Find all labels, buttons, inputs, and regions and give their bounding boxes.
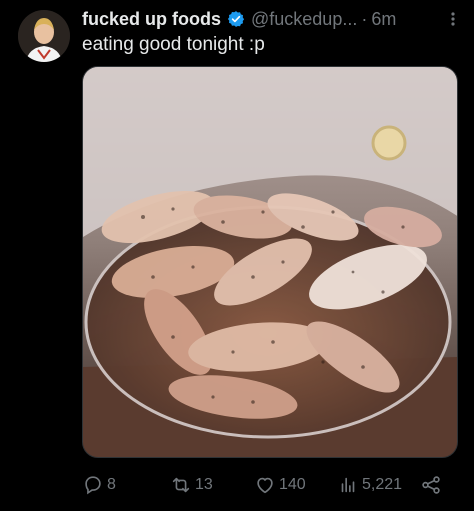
display-name[interactable]: fucked up foods <box>82 8 221 30</box>
author-handle[interactable]: @fuckedup... <box>251 8 357 30</box>
retweet-button[interactable]: 13 <box>170 472 213 498</box>
heart-icon <box>257 477 273 494</box>
timestamp[interactable]: 6m <box>371 8 396 30</box>
views-count: 5,221 <box>362 476 403 493</box>
like-button[interactable]: 140 <box>254 472 306 498</box>
share-icon <box>422 476 440 494</box>
tweet-actions-bar: 8 13 140 5,221 <box>82 472 462 498</box>
share-button[interactable] <box>420 472 442 498</box>
header-separator: · <box>361 9 368 29</box>
tweet-header: fucked up foods @fuckedup... · 6m <box>82 8 460 30</box>
tweet-text: eating good tonight :p <box>82 34 265 55</box>
views-chart-icon <box>341 477 355 493</box>
profile-avatar-icon <box>18 10 70 62</box>
retweet-count: 13 <box>195 476 213 493</box>
like-count: 140 <box>279 476 306 493</box>
avatar[interactable] <box>18 10 70 62</box>
verified-badge-icon[interactable] <box>227 10 245 28</box>
reply-icon <box>85 476 101 495</box>
views-button[interactable]: 5,221 <box>337 472 402 498</box>
tweet-media-image[interactable] <box>82 66 458 458</box>
photo-icon <box>83 67 457 457</box>
tweet[interactable]: fucked up foods @fuckedup... · 6m eating… <box>0 0 474 511</box>
retweet-icon <box>172 477 190 493</box>
more-options-icon[interactable] <box>444 8 462 30</box>
reply-count: 8 <box>107 476 116 493</box>
reply-button[interactable]: 8 <box>82 472 116 498</box>
